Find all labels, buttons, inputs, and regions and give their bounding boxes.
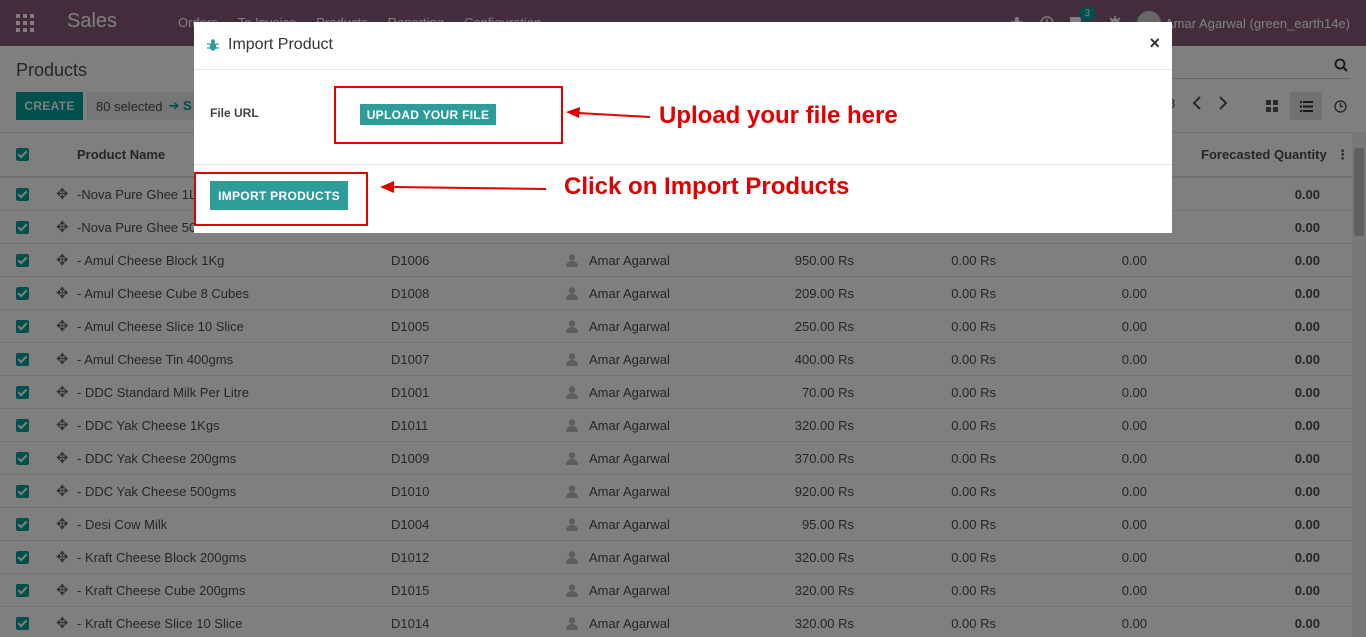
upload-hint-text: Upload your file here	[659, 102, 898, 129]
import-arrow	[380, 181, 547, 193]
annotation-arrows	[380, 107, 651, 193]
upload-arrow	[566, 107, 651, 118]
import-hint-text: Click on Import Products	[564, 173, 850, 200]
